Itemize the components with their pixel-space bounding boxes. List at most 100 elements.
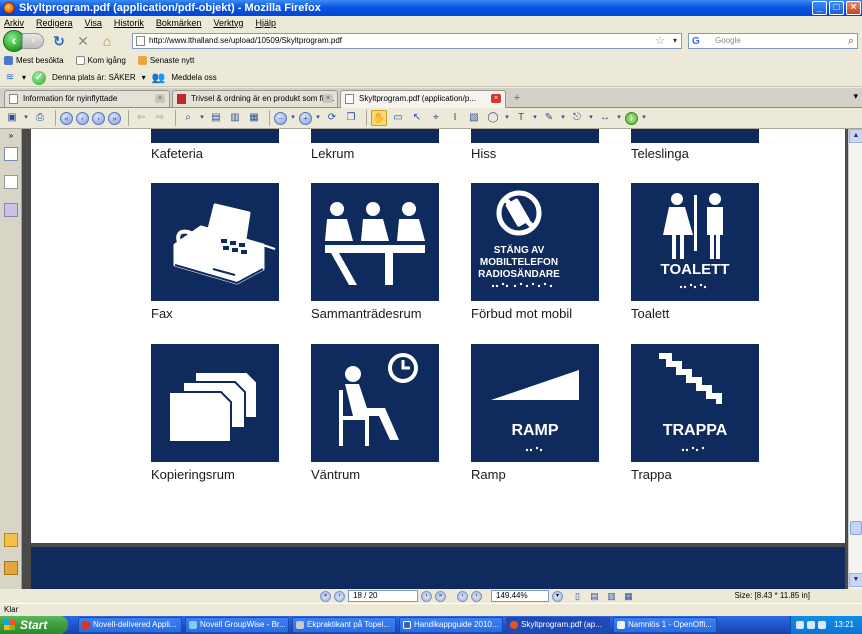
taskbar-item-skyltprogram[interactable]: Skyltprogram.pdf (ap... [506,617,610,633]
tab-skyltprogram[interactable]: Skyltprogram.pdf (application/p... × [340,90,506,108]
bookmark-star-icon[interactable]: ☆ [655,34,665,48]
zoom-dropdown-icon[interactable]: ▾ [552,590,563,602]
new-tab-button[interactable]: + [508,91,526,106]
text-box-icon[interactable]: T [513,110,529,126]
stop-icon[interactable]: ✕ [74,32,92,50]
menu-historik[interactable]: Historik [114,18,144,28]
previous-page-icon[interactable]: ‹ [334,590,345,602]
highlight-icon[interactable]: ✎ [541,110,557,126]
taskbar-item-groupwise[interactable]: Novell GroupWise - Br... [185,617,289,633]
search-input[interactable]: G Google ⌕ [688,33,858,49]
save-icon[interactable]: ▣ [4,110,20,126]
layers-panel-icon[interactable] [4,203,18,217]
menu-bokmarken[interactable]: Bokmärken [156,18,202,28]
zoom-out-dropdown-icon[interactable]: ▾ [290,110,296,126]
snapshot-icon[interactable]: ▭ [390,110,406,126]
bookmark-latest-news[interactable]: Senaste nytt [137,56,194,65]
first-page-icon[interactable]: « [60,111,73,125]
start-button[interactable]: Start [0,616,68,634]
save-dropdown-icon[interactable]: ▾ [23,110,29,126]
url-dropdown-icon[interactable]: ▾ [673,34,677,48]
tray-network-icon[interactable] [796,621,804,629]
pages-panel-icon[interactable] [4,175,18,189]
menu-redigera[interactable]: Redigera [36,18,73,28]
home-icon[interactable]: ⌂ [98,32,116,50]
attachments-panel-icon[interactable] [4,561,18,575]
menu-visa[interactable]: Visa [85,18,102,28]
scroll-down-icon[interactable]: ▼ [849,573,862,587]
menu-arkiv[interactable]: Arkiv [4,18,24,28]
comment-dropdown-icon[interactable]: ▾ [504,110,510,126]
scrollbar-thumb[interactable] [850,521,862,535]
maximize-button[interactable]: □ [829,1,844,15]
expand-sidebar-icon[interactable]: » [4,131,18,145]
measure-dropdown-icon[interactable]: ▾ [616,110,622,126]
text-box-dropdown-icon[interactable]: ▾ [532,110,538,126]
tray-security-icon[interactable] [818,621,826,629]
tab-trivsel[interactable]: Trivsel & ordning är en produkt som fin.… [172,90,338,107]
print-icon[interactable]: ⎙ [32,110,48,126]
tab-list-icon[interactable]: ▾ [853,91,858,102]
address-bar[interactable]: http://www.lthalland.se/upload/10509/Sky… [132,33,682,49]
bookmarks-panel-icon[interactable] [4,147,18,161]
actual-size-icon[interactable]: ▤ [208,110,224,126]
pages-icon[interactable]: ❐ [343,110,359,126]
measure-icon[interactable]: ↔ [597,110,613,126]
site-status-label[interactable]: Denna plats är: SÄKER [52,73,136,82]
close-tab-icon[interactable]: × [491,94,501,103]
vertical-scrollbar[interactable]: ▲ ▼ [848,129,862,589]
previous-view-icon[interactable]: ‹ [457,590,468,602]
info-icon[interactable]: i [625,111,638,125]
forward-button[interactable]: › [22,33,44,49]
attach-icon[interactable]: ⎋ [569,110,585,126]
first-page-icon[interactable]: « [320,590,331,602]
close-tab-icon[interactable]: × [323,94,333,103]
fit-page-icon[interactable]: ▥ [227,110,243,126]
continuous-page-icon[interactable]: ▤ [589,591,600,602]
highlight-dropdown-icon[interactable]: ▾ [560,110,566,126]
zoom-in-dropdown-icon[interactable]: ▾ [315,110,321,126]
zoom-in-icon[interactable]: + [299,111,312,125]
reload-icon[interactable]: ↻ [50,32,68,50]
taskbar-item-handikappguide[interactable]: Handikappguide 2010... [399,617,503,633]
scroll-up-icon[interactable]: ▲ [849,129,862,143]
back-view-icon[interactable]: ⇦ [133,110,149,126]
comments-panel-icon[interactable] [4,533,18,547]
tab-information[interactable]: Information för nyinflyttade × [4,90,170,107]
menu-verktyg[interactable]: Verktyg [213,18,243,28]
last-page-icon[interactable]: » [435,590,446,602]
next-page-icon[interactable]: › [421,590,432,602]
rotate-icon[interactable]: ⟳ [324,110,340,126]
minimize-button[interactable]: _ [812,1,827,15]
image-select-icon[interactable]: ▧ [466,110,482,126]
zoom-field[interactable]: 149.44% [491,590,549,602]
taskbar-item-ekpraktikant[interactable]: Ekpraktikant på Topel... [292,617,396,633]
find-icon[interactable]: ⌖ [428,110,444,126]
bookmark-getting-started[interactable]: Kom igång [75,56,126,65]
zoom-icon[interactable]: ⌕ [180,110,196,126]
search-icon[interactable]: ⌕ [848,34,854,48]
last-page-icon[interactable]: » [108,111,121,125]
continuous-facing-icon[interactable]: ▦ [623,591,634,602]
toolbar-dropdown-icon[interactable]: ▾ [142,73,146,82]
fit-width-icon[interactable]: ▦ [246,110,262,126]
pdf-viewer[interactable]: Kafeteria Lekrum Hiss Teleslinga STÄNG A… [22,129,848,589]
tray-volume-icon[interactable] [807,621,815,629]
forward-view-icon[interactable]: ⇨ [152,110,168,126]
close-tab-icon[interactable]: × [155,94,165,103]
taskbar-item-openoffice[interactable]: Namnlös 1 - OpenOffi... [613,617,717,633]
zoom-out-icon[interactable]: − [274,111,287,125]
toolbar-dropdown-icon[interactable]: ▾ [22,73,26,82]
page-number-field[interactable]: 18 / 20 [348,590,418,602]
close-window-button[interactable]: × [846,1,861,15]
facing-page-icon[interactable]: ▥ [606,591,617,602]
next-page-icon[interactable]: › [92,111,105,125]
menu-hjalp[interactable]: Hjälp [255,18,276,28]
hand-tool-icon[interactable]: ✋ [371,110,387,126]
info-dropdown-icon[interactable]: ▾ [641,110,647,126]
zoom-dropdown-icon[interactable]: ▾ [199,110,205,126]
text-select-icon[interactable]: I [447,110,463,126]
previous-page-icon[interactable]: ‹ [76,111,89,125]
bookmark-most-visited[interactable]: Mest besökta [4,56,64,65]
window-titlebar[interactable]: Skyltprogram.pdf (application/pdf-objekt… [0,0,862,16]
